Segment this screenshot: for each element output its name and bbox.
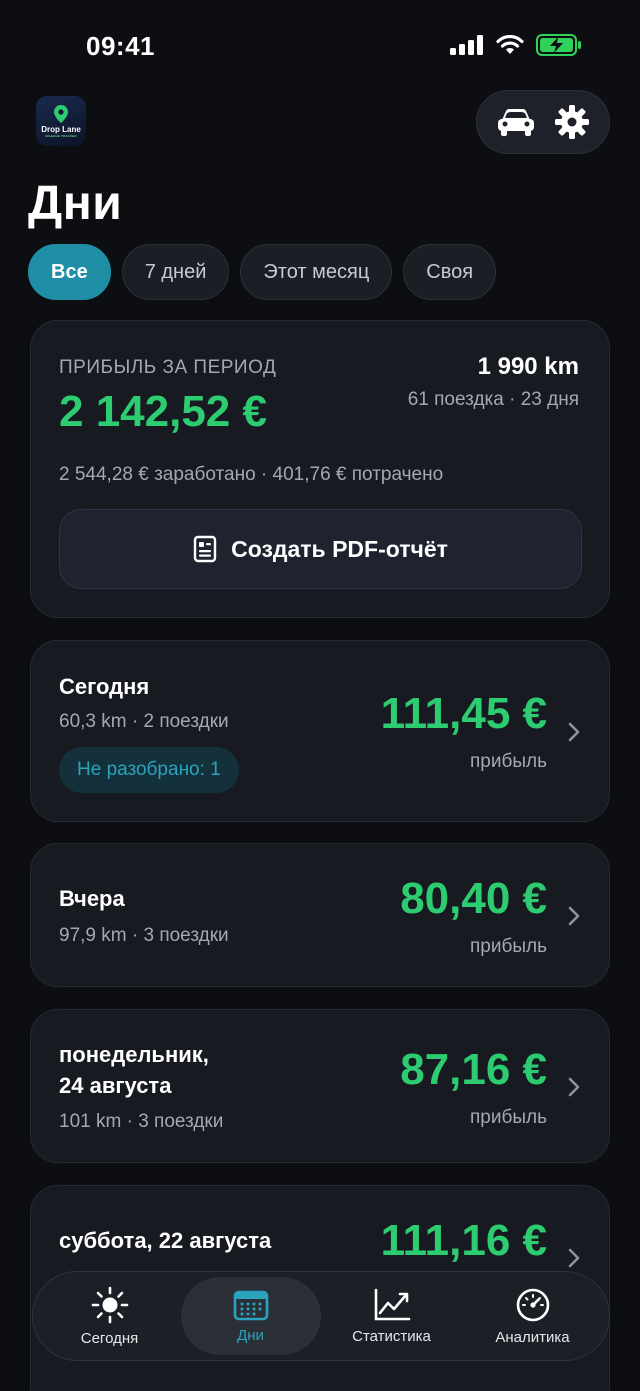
page-title: Дни: [28, 177, 123, 230]
top-actions: [476, 90, 610, 154]
chart-icon: [374, 1288, 410, 1320]
summary-distance: 1 990 km: [477, 353, 579, 380]
day-title: Сегодня: [59, 674, 150, 699]
gauge-icon: [516, 1288, 549, 1321]
day-meta: 60,3 km · 2 поездки: [59, 711, 229, 732]
filter-all[interactable]: Все: [28, 244, 111, 300]
summary-trips-days: 61 поездка · 23 дня: [407, 389, 579, 410]
day-meta: 101 km · 3 поездки: [59, 1111, 224, 1132]
map-pin-icon: [54, 105, 68, 123]
summary-label: ПРИБЫЛЬ ЗА ПЕРИОД: [59, 357, 277, 378]
wifi-icon: [496, 35, 524, 54]
day-card-today[interactable]: Сегодня 60,3 km · 2 поездки Не разобрано…: [30, 640, 610, 822]
period-summary-card: ПРИБЫЛЬ ЗА ПЕРИОД 2 142,52 € 1 990 km 61…: [30, 320, 610, 618]
calendar-icon: [233, 1290, 268, 1320]
tab-statistics[interactable]: Статистика: [322, 1277, 462, 1355]
logo-subtitle: MILEAGE TRACKER: [45, 134, 77, 138]
filter-7-days[interactable]: 7 дней: [121, 244, 230, 300]
day-profit-label: прибыль: [470, 751, 547, 772]
day-card-monday[interactable]: понедельник, 24 августа 101 km · 3 поезд…: [30, 1009, 610, 1163]
day-profit-label: прибыль: [470, 1107, 547, 1128]
period-filters: Все 7 дней Этот месяц Своя: [28, 244, 497, 300]
chevron-right-icon: [568, 1248, 580, 1268]
signal-icon: [450, 35, 483, 55]
day-title: понедельник, 24 августа: [59, 1042, 209, 1098]
tab-label: Сегодня: [80, 1329, 139, 1347]
status-time: 09:41: [86, 31, 155, 61]
tab-today[interactable]: Сегодня: [40, 1277, 180, 1355]
chevron-right-icon: [568, 1077, 580, 1097]
summary-profit: 2 142,52 €: [59, 387, 267, 436]
tab-analytics[interactable]: Аналитика: [463, 1277, 603, 1355]
status-bar: 09:41: [0, 0, 640, 90]
day-profit: 80,40 €: [400, 874, 547, 923]
create-pdf-report-button[interactable]: Создать PDF-отчёт: [59, 509, 582, 589]
day-title: Вчера: [59, 886, 125, 911]
tab-label: Статистика: [352, 1327, 431, 1345]
day-profit: 111,16 €: [380, 1216, 547, 1265]
bottom-tab-bar: Сегодня Дни Статистика Аналитика: [32, 1271, 610, 1361]
status-icons: [450, 34, 582, 56]
chevron-right-icon: [568, 906, 580, 926]
gear-icon[interactable]: [554, 104, 590, 140]
day-profit-label: прибыль: [470, 936, 547, 957]
unsorted-badge[interactable]: Не разобрано: 1: [59, 747, 239, 793]
tab-days[interactable]: Дни: [180, 1277, 321, 1355]
logo-text: Drop Lane: [41, 125, 81, 134]
summary-earned-spent: 2 544,28 € заработано · 401,76 € потраче…: [59, 464, 444, 485]
day-meta: 97,9 km · 3 поездки: [59, 925, 229, 946]
report-icon: [193, 535, 217, 563]
battery-charging-icon: [536, 34, 581, 56]
day-profit: 111,45 €: [380, 689, 547, 738]
tab-label: Дни: [237, 1326, 264, 1344]
day-profit: 87,16 €: [400, 1045, 547, 1094]
tab-label: Аналитика: [495, 1328, 570, 1346]
car-icon[interactable]: [496, 106, 536, 138]
app-logo: Drop Lane MILEAGE TRACKER: [36, 96, 86, 146]
pdf-button-label: Создать PDF-отчёт: [231, 535, 448, 562]
chevron-right-icon: [568, 722, 580, 742]
filter-custom[interactable]: Своя: [403, 244, 497, 300]
sun-icon: [91, 1286, 128, 1323]
day-card-yesterday[interactable]: Вчера 97,9 km · 3 поездки 80,40 € прибыл…: [30, 843, 610, 987]
filter-this-month[interactable]: Этот месяц: [240, 244, 393, 300]
day-title: суббота, 22 августа: [59, 1228, 272, 1253]
